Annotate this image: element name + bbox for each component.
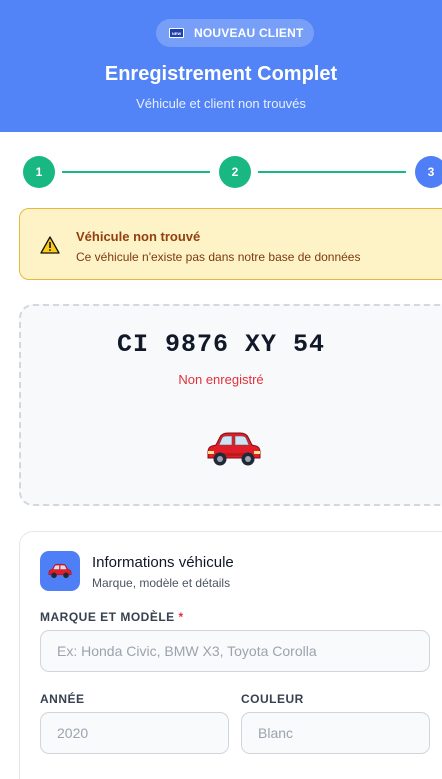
year-label: ANNÉE [40, 692, 85, 706]
step-1[interactable]: 1 [23, 156, 55, 188]
alert-message: Ce véhicule n'existe pas dans notre base… [76, 250, 361, 264]
new-client-badge: NEW NOUVEAU CLIENT [156, 19, 314, 47]
alert-title: Véhicule non trouvé [76, 229, 201, 244]
new-icon: NEW [169, 28, 184, 38]
color-input[interactable] [241, 712, 430, 754]
vehicle-not-found-alert: Véhicule non trouvé Ce véhicule n'existe… [19, 208, 442, 280]
vehicle-info-title: Informations véhicule [92, 554, 234, 571]
step-connector [258, 171, 406, 173]
page-subtitle: Véhicule et client non trouvés [136, 96, 306, 111]
step-3[interactable]: 3 [415, 156, 442, 188]
make-model-input[interactable] [40, 630, 430, 672]
badge-label: NOUVEAU CLIENT [194, 26, 304, 40]
vehicle-info-subtitle: Marque, modèle et détails [92, 576, 231, 590]
make-model-label: MARQUE ET MODÈLE * [40, 610, 184, 624]
registration-status: Non enregistré [178, 372, 264, 387]
step-2[interactable]: 2 [219, 156, 251, 188]
license-plate-number: CI 9876 XY 54 [116, 330, 326, 359]
required-mark: * [178, 610, 184, 624]
step-connector [62, 171, 210, 173]
header: NEW NOUVEAU CLIENT Enregistrement Comple… [0, 0, 442, 132]
color-label: COULEUR [241, 692, 304, 706]
car-icon [48, 563, 72, 579]
car-icon [207, 432, 261, 466]
warning-icon [40, 236, 60, 254]
make-model-label-text: MARQUE ET MODÈLE [40, 610, 175, 624]
page-title: Enregistrement Complet [104, 63, 338, 85]
progress-stepper: 1 2 3 [0, 156, 442, 188]
year-input[interactable] [40, 712, 229, 754]
registration-page: NEW NOUVEAU CLIENT Enregistrement Comple… [0, 0, 442, 779]
vehicle-info-icon-box [40, 551, 80, 591]
